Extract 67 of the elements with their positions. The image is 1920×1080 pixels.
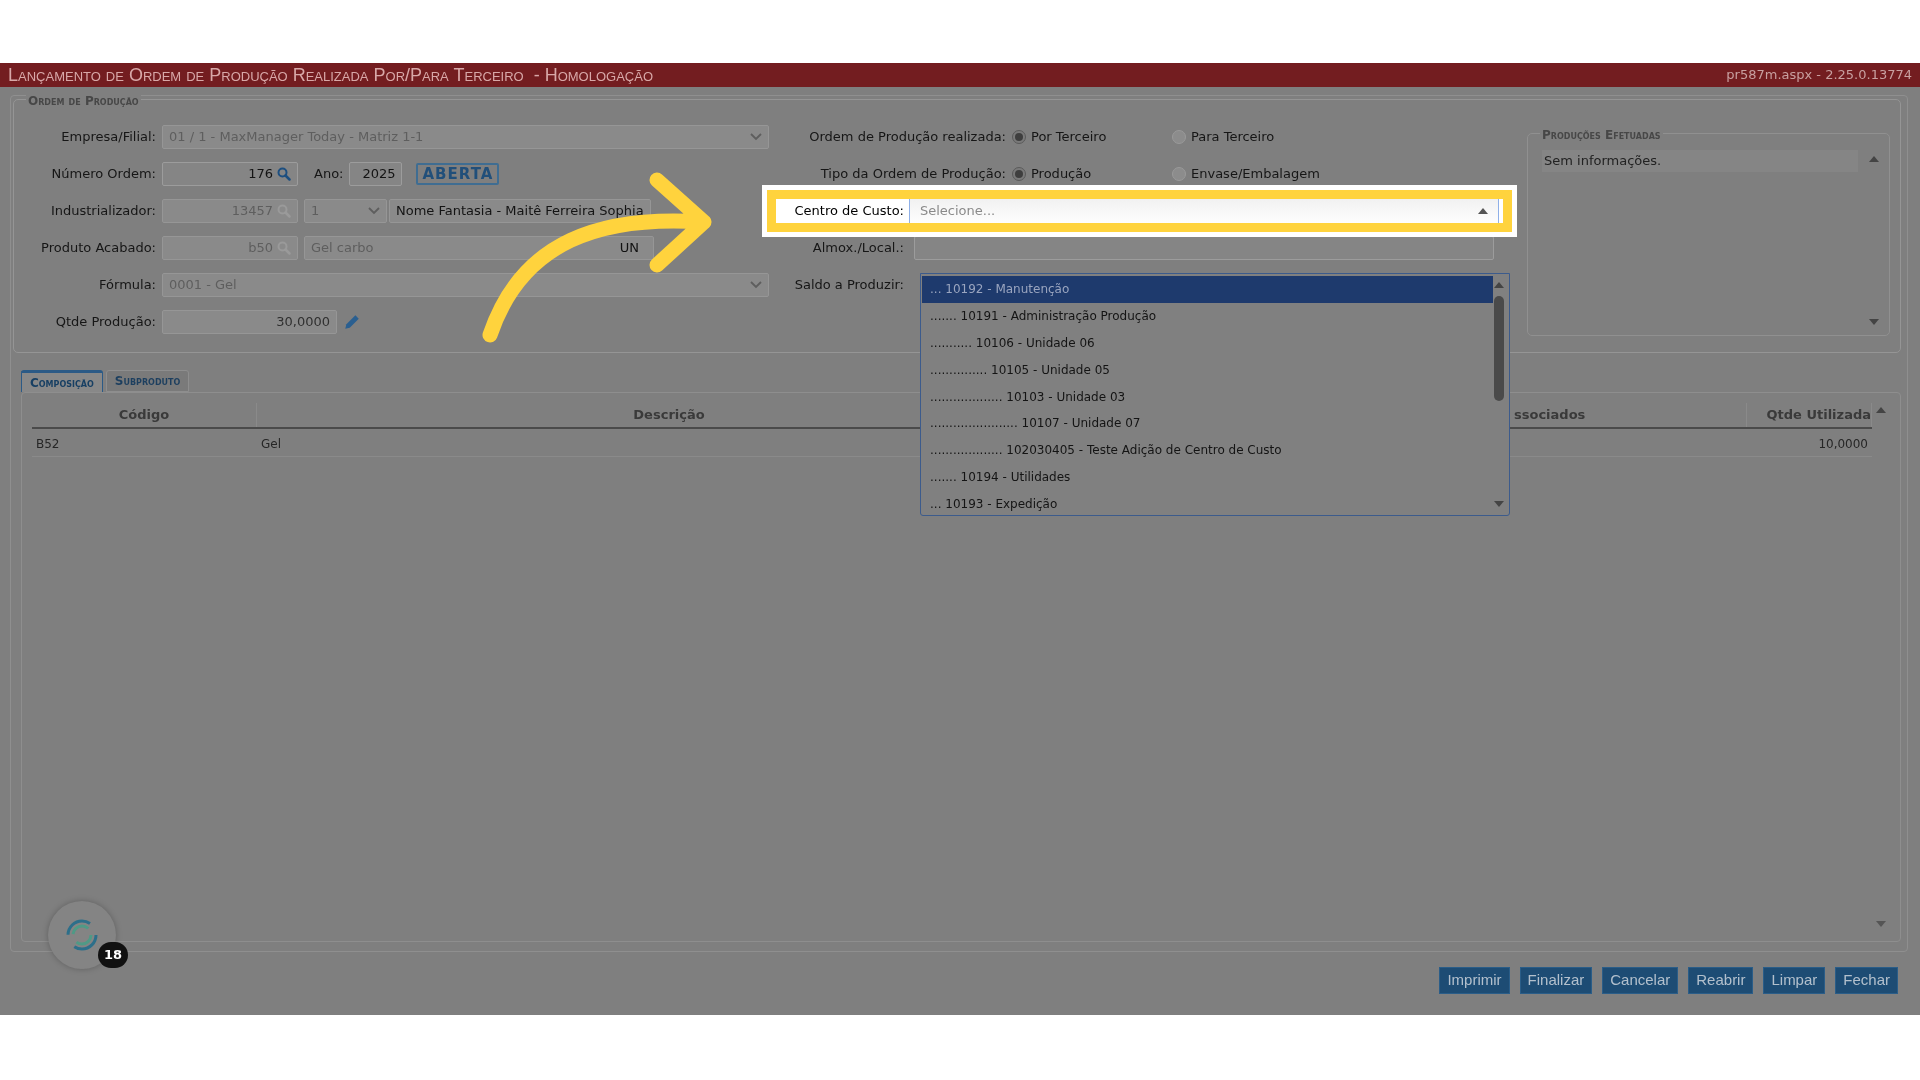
dropdown-option[interactable]: ... 10192 - Manutenção (922, 276, 1493, 303)
column-header[interactable]: Código (32, 403, 257, 427)
field-label: Produto Acabado: (41, 239, 156, 258)
table-cell-text: Gel (261, 435, 281, 453)
field-label: Almox./Local.: (812, 239, 904, 258)
pencil-icon[interactable] (343, 313, 361, 331)
action-button[interactable]: Imprimir (1439, 967, 1510, 994)
radio-label[interactable]: Para Terceiro (1191, 127, 1275, 147)
chevron-icon (368, 207, 380, 215)
field-label: Centro de Custo: (794, 202, 904, 221)
input-field[interactable] (914, 236, 1494, 260)
tab[interactable]: Composição (21, 370, 103, 392)
input-field[interactable]: 176 (162, 162, 298, 186)
scroll-up-icon[interactable] (1876, 407, 1886, 413)
dropdown-option[interactable]: ... 10193 - Expedição (922, 490, 1493, 518)
search-icon[interactable] (277, 167, 291, 181)
field-label: Número Ordem: (51, 165, 156, 184)
column-header[interactable]: Qtde Utilizada (1747, 403, 1872, 427)
field-label: Industrializador: (50, 202, 156, 221)
radio-button[interactable] (1012, 130, 1026, 144)
column-header[interactable]: ssociados (1514, 403, 1747, 427)
field-label: Qtde Produção: (55, 313, 156, 332)
unit-text: UN (619, 239, 639, 258)
table-cell-text: B52 (36, 435, 60, 453)
status-badge: ABERTA (416, 163, 500, 185)
swirl-logo-icon (64, 917, 100, 953)
radio-button[interactable] (1012, 167, 1026, 181)
dropdown-option[interactable]: ....... 10194 - Utilidades (922, 463, 1493, 491)
caret-icon[interactable] (1478, 208, 1488, 214)
radio-label[interactable]: Produção (1031, 164, 1092, 184)
window-title: Lançamento de Ordem de Produção Realizada Por/Para Terceiro - Homologação (8, 63, 654, 87)
scroll-up-icon[interactable] (1869, 156, 1879, 162)
input-field[interactable]: 2025 (349, 162, 403, 186)
chevron-icon (750, 281, 762, 289)
chevron-icon (750, 133, 762, 141)
dropdown-option[interactable]: ........... 10106 - Unidade 06 (922, 329, 1493, 357)
action-button[interactable]: Reabrir (1688, 967, 1754, 994)
radio-button[interactable] (1172, 130, 1186, 144)
empty-message: Sem informações. (1542, 150, 1858, 172)
scroll-up-icon[interactable] (1494, 282, 1504, 288)
radio-button[interactable] (1172, 167, 1186, 181)
scroll-down-icon[interactable] (1869, 319, 1879, 325)
page-info: pr587m.aspx - 2.25.0.13774 (1726, 66, 1912, 85)
field-label: Ordem de Produção realizada: (809, 128, 1006, 147)
radio-label[interactable]: Envase/Embalagem (1191, 164, 1320, 184)
input-field: Nome Fantasia - Maitê Ferreira Sophia (389, 199, 651, 223)
select-field[interactable]: Selecione... (909, 196, 1499, 226)
section-legend: Ordem de Produção (26, 92, 141, 110)
action-button[interactable]: Fechar (1835, 967, 1898, 994)
action-button[interactable]: Finalizar (1519, 967, 1593, 994)
table-cell-text: 10,0000 (1818, 435, 1868, 453)
scroll-down-icon[interactable] (1494, 501, 1504, 507)
scrollbar-thumb[interactable] (1494, 296, 1504, 401)
field-label: Saldo a Produzir: (794, 276, 904, 295)
dropdown-option[interactable]: ....... 10191 - Administração Produção (922, 302, 1493, 330)
field-label: Fórmula: (99, 276, 156, 295)
field-label: Empresa/Filial: (61, 128, 156, 147)
input-field: 30,0000 (162, 310, 337, 334)
field-label: Tipo da Ordem de Produção: (820, 165, 1006, 184)
tab[interactable]: Subproduto (105, 370, 190, 392)
dropdown-option[interactable]: ............... 10105 - Unidade 05 (922, 356, 1493, 384)
action-button[interactable]: Limpar (1763, 967, 1826, 994)
field-label: Ano: (314, 165, 344, 184)
radio-label[interactable]: Por Terceiro (1031, 127, 1107, 147)
dropdown-option[interactable]: ................... 102030405 - Teste Adição de Centro de Custo (922, 436, 1493, 464)
scroll-down-icon[interactable] (1876, 921, 1886, 927)
action-button[interactable]: Cancelar (1602, 967, 1679, 994)
